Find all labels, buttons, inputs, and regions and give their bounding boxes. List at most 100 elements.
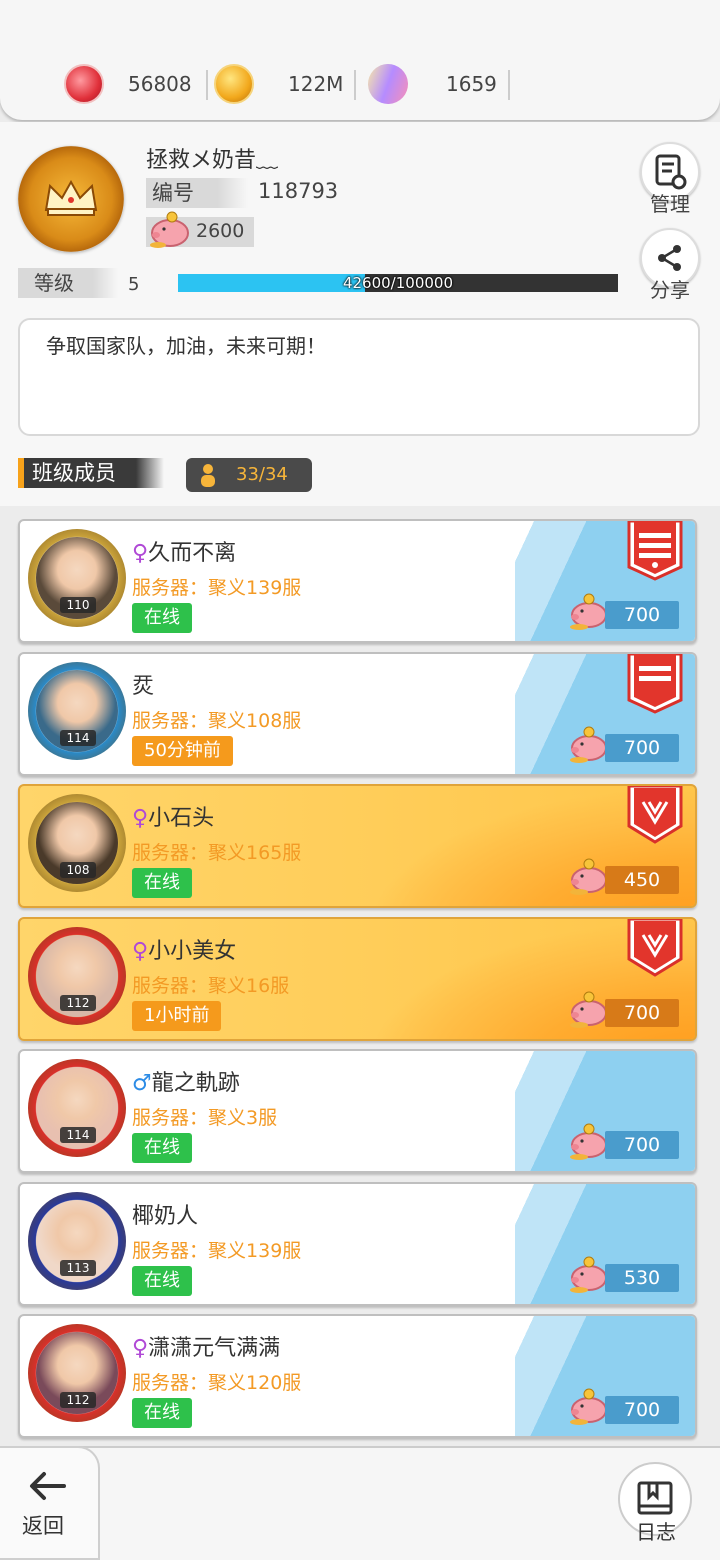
member-server: 聚义108服 (208, 709, 302, 732)
pig-value: 700 (605, 1131, 679, 1159)
member-avatar[interactable]: 108 (24, 790, 132, 902)
currency-value: 56808 (128, 72, 192, 96)
member-card[interactable]: 114 ♂龍之軌跡 服务器：聚义3服 在线 700 (18, 1049, 697, 1173)
member-level: 108 (60, 862, 96, 878)
member-server: 聚义3服 (208, 1107, 278, 1129)
log-label: 日志 (636, 1520, 676, 1544)
female-icon: ♀ (132, 541, 149, 566)
currency-red-token[interactable]: 56808 (64, 62, 192, 106)
member-status-badge: 在线 (132, 1133, 192, 1163)
member-pig-contribution: 700 (567, 726, 679, 763)
member-level: 114 (60, 1127, 96, 1143)
divider (508, 70, 510, 100)
member-avatar[interactable]: 114 (24, 658, 132, 770)
member-server-row: 服务器：聚义165服 (132, 838, 301, 865)
member-avatar[interactable]: 114 (24, 1055, 132, 1167)
class-crown-avatar (18, 146, 124, 252)
gold-coin-icon (214, 64, 254, 104)
level-value: 5 (128, 274, 140, 295)
member-card[interactable]: 110 ♀久而不离 服务器：聚义139服 在线 700 (18, 519, 697, 643)
divider (354, 70, 356, 100)
book-icon (637, 1481, 673, 1515)
member-server-row: 服务器：聚义3服 (132, 1103, 277, 1130)
pig-value: 450 (605, 866, 679, 894)
level-label: 等级 (18, 268, 118, 298)
pig-value: 700 (605, 733, 679, 762)
member-server: 聚义139服 (208, 577, 302, 599)
member-name-row: ♀久而不离 (132, 535, 236, 567)
member-server: 聚义165服 (208, 842, 302, 864)
server-prefix: 服务器： (132, 577, 209, 599)
manage-label: 管理 (650, 192, 690, 216)
member-name-row: ♀小小美女 (132, 933, 236, 965)
back-label: 返回 (22, 1514, 64, 1538)
member-pig-contribution: 700 (567, 1123, 679, 1160)
pig-value: 530 (605, 1263, 679, 1292)
id-label: 编号 (146, 178, 248, 208)
class-info-screen: 56808 122M 1659 拯救メ奶昔﹏ 编号 118793 2600 等级… (0, 0, 720, 1560)
member-pig-contribution: 450 (567, 858, 679, 895)
back-button[interactable]: 返回 (0, 1446, 100, 1560)
member-card[interactable]: 114 烎 服务器：聚义108服 50分钟前 700 (18, 651, 697, 776)
member-avatar[interactable]: 110 (24, 525, 132, 637)
class-leader-flag-icon (627, 653, 683, 714)
currency-gold[interactable]: 122M (214, 62, 343, 106)
currency-gem[interactable]: 1659 (361, 57, 497, 111)
server-prefix: 服务器： (132, 1239, 209, 1262)
pig-value: 700 (605, 601, 679, 629)
member-level: 112 (60, 1392, 96, 1408)
gem-pacifier-icon (361, 57, 415, 111)
server-prefix: 服务器： (132, 1372, 209, 1394)
class-motto: 争取国家队，加油，未来可期！ (18, 318, 700, 436)
member-level: 110 (60, 597, 96, 613)
member-name: 久而不离 (148, 541, 237, 566)
member-card[interactable]: 113 椰奶人 服务器：聚义139服 在线 530 (18, 1181, 697, 1306)
member-server: 聚义139服 (208, 1239, 302, 1262)
member-count: 33/34 (236, 464, 288, 485)
bottom-bar (0, 1446, 720, 1560)
document-settings-icon (655, 154, 687, 190)
member-server-row: 服务器：聚义108服 (132, 706, 301, 733)
member-level: 114 (60, 729, 96, 746)
share-icon (658, 245, 681, 271)
member-pig-contribution: 700 (567, 593, 679, 630)
member-name: 椰奶人 (132, 1203, 199, 1229)
female-icon: ♀ (132, 806, 149, 831)
member-server-row: 服务器：聚义16服 (132, 971, 289, 998)
member-level: 112 (60, 994, 96, 1011)
back-arrow-icon (30, 1472, 66, 1500)
xp-progress-text: 42600/100000 (342, 274, 454, 292)
pig-total-value: 2600 (196, 220, 245, 242)
member-card[interactable]: 112 ♀小小美女 服务器：聚义16服 1小时前 700 (18, 916, 697, 1041)
member-name-row: 椰奶人 (132, 1198, 198, 1230)
pig-value: 700 (605, 1396, 679, 1424)
share-button[interactable]: 分享 (639, 228, 701, 303)
server-prefix: 服务器： (132, 709, 209, 732)
member-name-row: ♂龍之軌跡 (132, 1065, 240, 1097)
member-avatar[interactable]: 113 (24, 1188, 132, 1300)
member-name: 潇潇元气满满 (148, 1336, 281, 1361)
member-status-badge: 在线 (132, 868, 192, 898)
currency-bar: 56808 122M 1659 (0, 0, 720, 120)
member-name-row: 烎 (132, 668, 154, 700)
member-name-row: ♀潇潇元气满满 (132, 1330, 280, 1362)
class-name: 拯救メ奶昔﹏ (146, 148, 279, 173)
crown-icon (44, 180, 98, 216)
red-token-icon (64, 64, 104, 104)
member-count-badge: 33/34 (186, 458, 312, 492)
member-avatar[interactable]: 112 (24, 923, 132, 1035)
currency-value: 122M (288, 72, 344, 96)
member-card[interactable]: 112 ♀潇潇元气满满 服务器：聚义120服 在线 700 (18, 1314, 697, 1438)
log-button[interactable]: 日志 (618, 1462, 694, 1552)
share-label: 分享 (650, 278, 690, 302)
member-avatar[interactable]: 112 (24, 1320, 132, 1432)
member-name: 烎 (132, 673, 155, 699)
member-server-row: 服务器：聚义120服 (132, 1368, 301, 1395)
member-server: 聚义16服 (208, 974, 290, 997)
member-status-badge: 在线 (132, 1265, 192, 1296)
member-card[interactable]: 108 ♀小石头 服务器：聚义165服 在线 450 (18, 784, 697, 908)
member-pig-contribution: 700 (567, 1388, 679, 1425)
server-prefix: 服务器： (132, 974, 209, 997)
manage-button[interactable]: 管理 (639, 142, 701, 217)
pig-value: 700 (605, 998, 679, 1027)
